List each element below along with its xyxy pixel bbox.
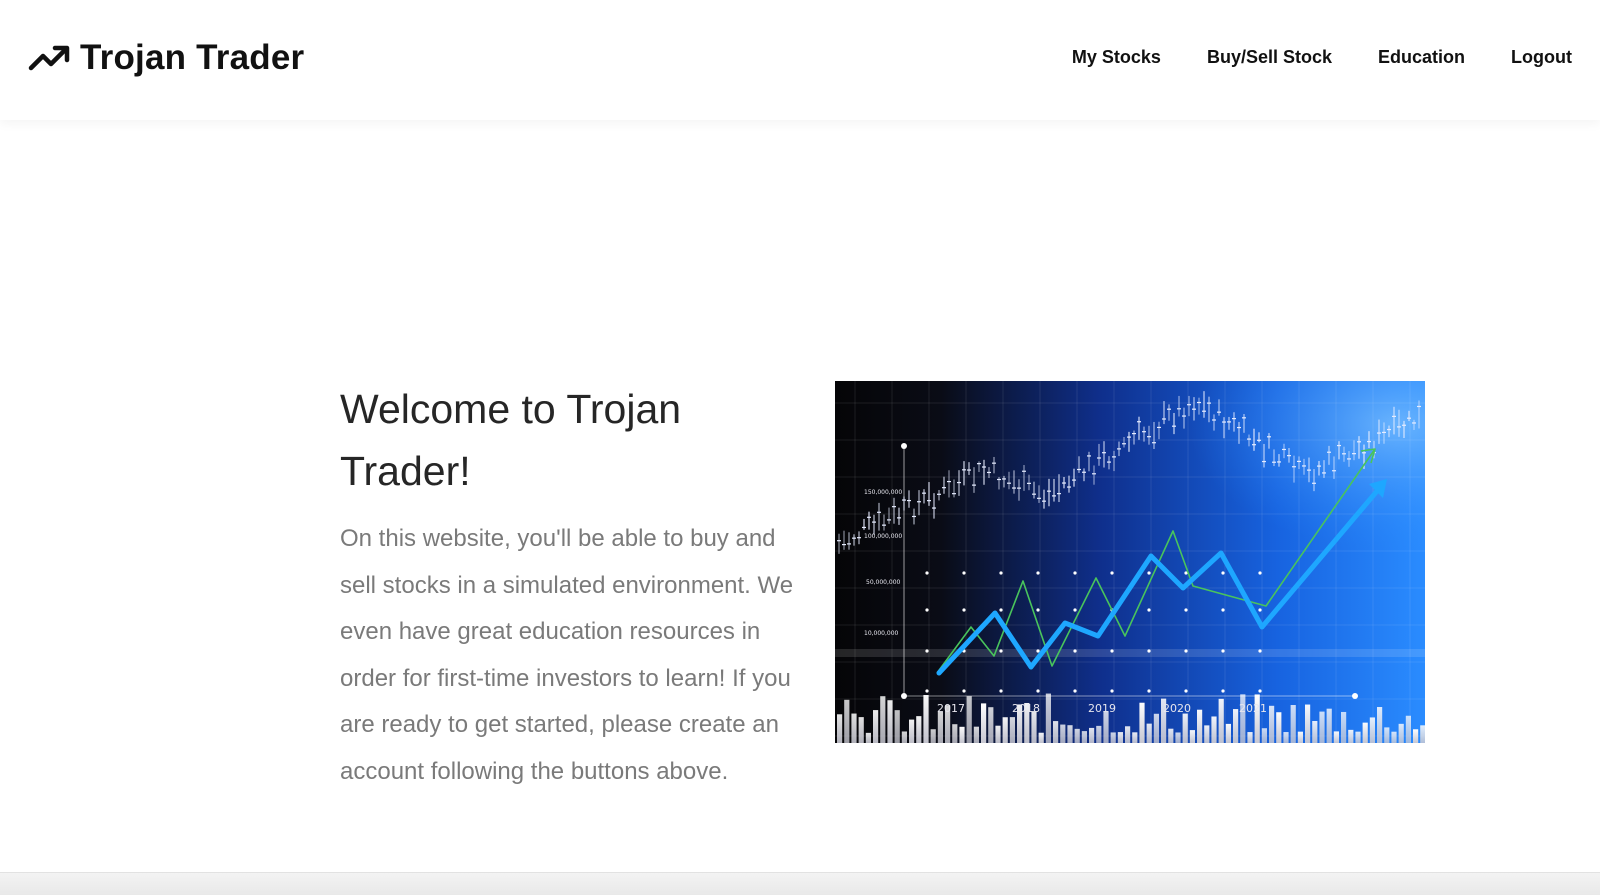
year-label-2017: 2017 (937, 702, 965, 715)
year-label-2021: 2021 (1239, 702, 1267, 715)
nav-buy-sell-stock[interactable]: Buy/Sell Stock (1207, 45, 1332, 69)
axis-label-3: 50,000,000 (866, 579, 901, 586)
hero-description: On this website, you'll be able to buy a… (340, 525, 794, 785)
nav-logout[interactable]: Logout (1511, 45, 1572, 69)
year-label-2018: 2018 (1012, 702, 1040, 715)
hero-title: Welcome to Trojan Trader! (340, 386, 682, 494)
main-nav: My Stocks Buy/Sell Stock Education Logou… (1072, 45, 1572, 69)
brand-logo-link[interactable]: Trojan Trader (28, 36, 304, 80)
axis-label-2: 100,000,000 (864, 533, 902, 540)
stock-chart-illustration: 150,000,000 100,000,000 50,000,000 10,00… (835, 381, 1425, 743)
hero-section: Welcome to Trojan Trader! On this websit… (340, 378, 805, 795)
bottom-bar (0, 872, 1600, 895)
nav-my-stocks[interactable]: My Stocks (1072, 45, 1161, 69)
axis-label-4: 10,000,000 (864, 630, 899, 637)
brand-name: Trojan Trader (80, 38, 305, 77)
navbar: Trojan Trader My Stocks Buy/Sell Stock E… (0, 0, 1600, 120)
year-label-2020: 2020 (1163, 702, 1191, 715)
trending-up-icon (28, 45, 70, 71)
axis-label-1: 150,000,000 (864, 489, 902, 496)
year-label-2019: 2019 (1088, 702, 1116, 715)
nav-education[interactable]: Education (1378, 45, 1465, 69)
